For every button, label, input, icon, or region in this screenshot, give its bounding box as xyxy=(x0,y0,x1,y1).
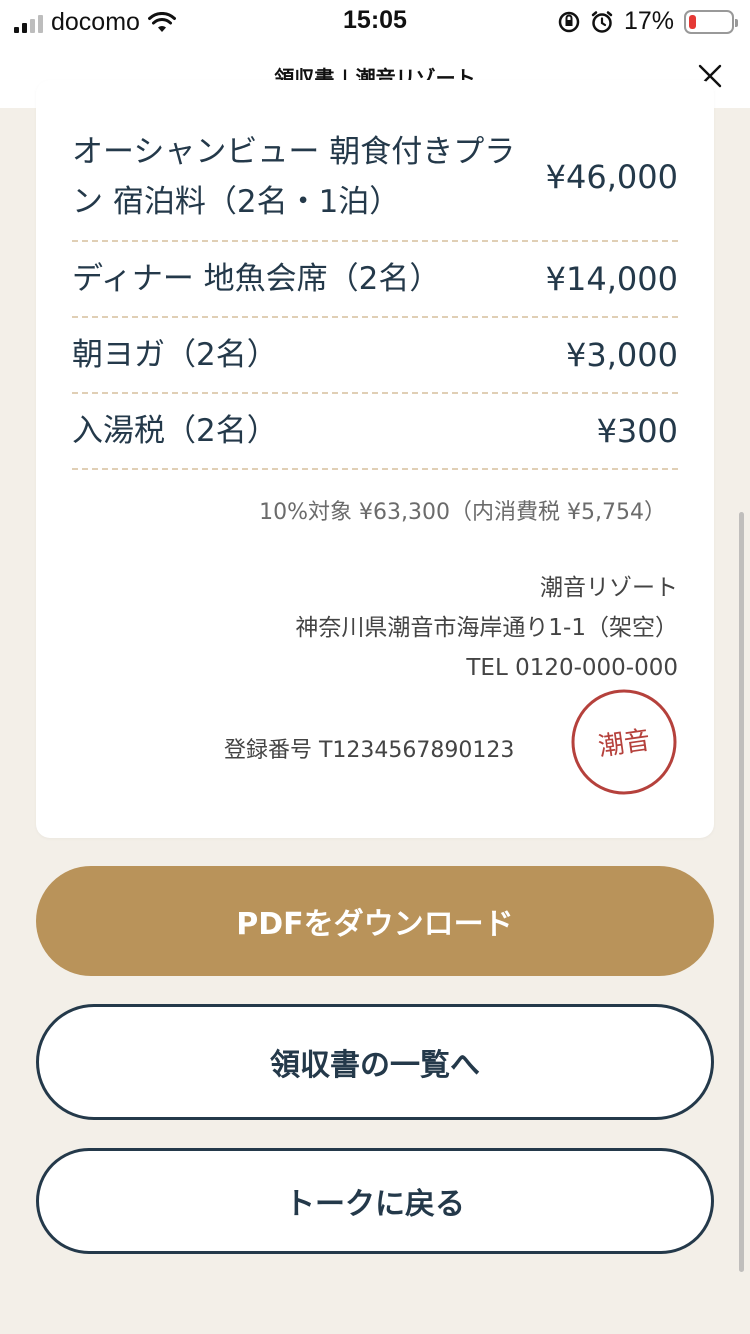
company-seal-stamp: 潮音 xyxy=(571,689,677,795)
registration-number: 登録番号 T1234567890123 xyxy=(224,738,515,763)
item-price: ¥14,000 xyxy=(545,260,678,298)
item-name: 入湯税（2名） xyxy=(72,413,278,449)
item-price: ¥3,000 xyxy=(566,336,678,374)
item-name: ディナー 地魚会席（2名） xyxy=(72,261,441,297)
issuer-name: 潮音リゾート xyxy=(540,575,678,601)
receipt-item-row: ディナー 地魚会席（2名） ¥14,000 xyxy=(72,242,678,318)
receipt-item-row: オーシャンビュー 朝食付きプラン 宿泊料（2名・1泊） ¥46,000 xyxy=(72,114,678,242)
scrollbar[interactable] xyxy=(739,512,744,1272)
item-name: 朝ヨガ（2名） xyxy=(72,337,278,373)
issuer-tel: TEL 0120-000-000 xyxy=(466,655,678,681)
receipt-list-button[interactable]: 領収書の一覧へ xyxy=(36,1004,714,1120)
alarm-icon xyxy=(591,10,613,33)
download-pdf-button[interactable]: PDFをダウンロード xyxy=(36,866,714,976)
issuer-address: 神奈川県潮音市海岸通り1-1（架空） xyxy=(295,615,678,641)
item-price: ¥46,000 xyxy=(545,158,678,196)
receipt-card: オーシャンビュー 朝食付きプラン 宿泊料（2名・1泊） ¥46,000 ディナー… xyxy=(36,80,714,838)
seal-text: 潮音 xyxy=(596,726,652,763)
battery-percent: 17% xyxy=(623,7,674,35)
item-name: オーシャンビュー 朝食付きプラン 宿泊料（2名・1泊） xyxy=(72,134,516,220)
battery-icon xyxy=(684,9,738,34)
receipt-items: オーシャンビュー 朝食付きプラン 宿泊料（2名・1泊） ¥46,000 ディナー… xyxy=(72,114,678,470)
receipt-item-row: 朝ヨガ（2名） ¥3,000 xyxy=(72,318,678,394)
orientation-lock-icon xyxy=(558,11,580,32)
battery-level xyxy=(689,14,696,29)
status-bar-right: 17% xyxy=(558,7,738,36)
status-bar: docomo 15:05 17% xyxy=(0,0,750,44)
back-to-talk-button[interactable]: トークに戻る xyxy=(36,1148,714,1254)
tax-summary: 10%対象 ¥63,300（内消費税 ¥5,754） xyxy=(259,500,666,525)
receipt-item-row: 入湯税（2名） ¥300 xyxy=(72,394,678,470)
issuer-info: 潮音リゾート 神奈川県潮音市海岸通り1-1（架空） TEL 0120-000-0… xyxy=(295,568,678,688)
item-price: ¥300 xyxy=(596,412,678,450)
